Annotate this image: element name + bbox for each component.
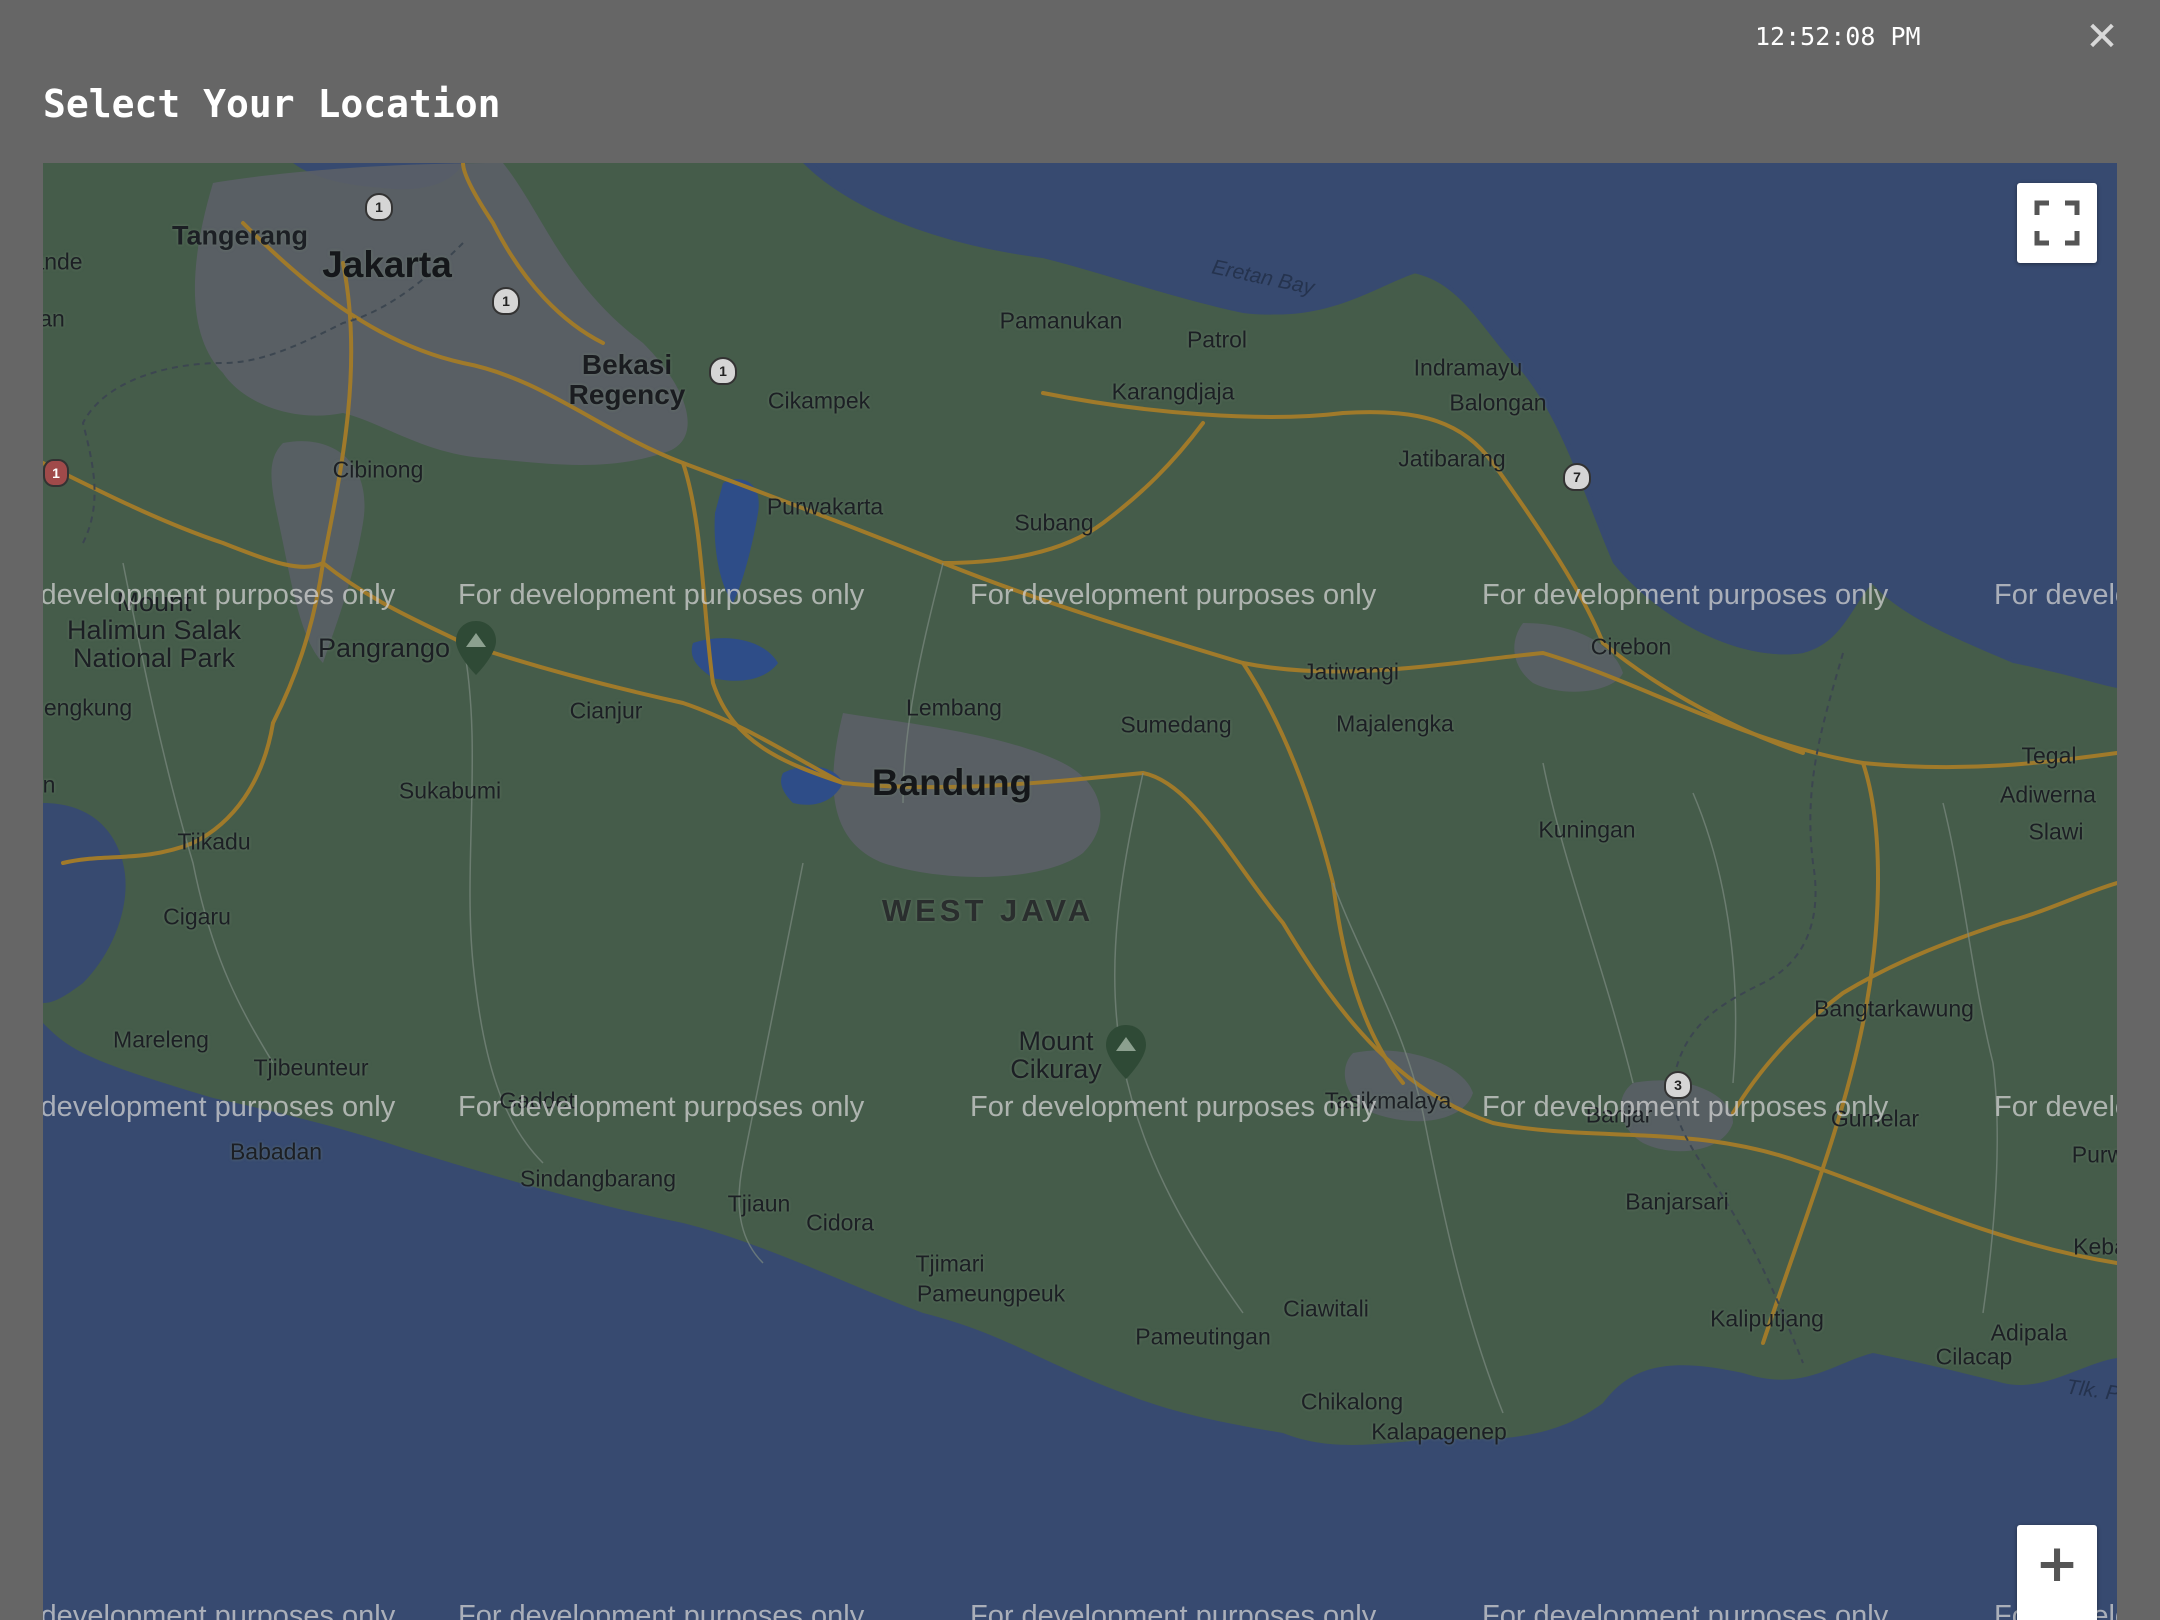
clock: 12:52:08 PM: [1755, 22, 1921, 51]
watermark: For development purposes only: [458, 1091, 865, 1123]
route-shield: 1: [709, 357, 737, 385]
map-label-tegal: Tegal: [2021, 742, 2077, 769]
map-label-tjiaun: Tjiaun: [727, 1190, 791, 1217]
watermark: For development purposes only: [1994, 1091, 2117, 1123]
route-shield: 1: [43, 459, 69, 487]
map-label-majalengka: Majalengka: [1336, 710, 1454, 737]
watermark: For development purposes only: [1482, 579, 1889, 611]
map-label-patrol: Patrol: [1186, 326, 1248, 353]
close-icon[interactable]: ✕: [2082, 14, 2122, 60]
map-label-pameungpeuk: Pameungpeuk: [916, 1280, 1066, 1307]
map-label-jatiwangi: Jatiwangi: [1303, 658, 1399, 685]
zoom-in-button[interactable]: +: [2017, 1525, 2097, 1605]
map-label-mount-cikuray: Mount Cikuray: [1010, 1026, 1102, 1084]
zoom-control: +: [2017, 1525, 2097, 1620]
map-label-purw: Purw: [2071, 1141, 2117, 1168]
map-label-cigaru: Cigaru: [163, 903, 231, 930]
watermark: For development purposes only: [970, 579, 1377, 611]
watermark: For development purposes only: [1994, 579, 2117, 611]
map-label-west-java: WEST JAVA: [881, 893, 1095, 928]
map-label-banjarsari: Banjarsari: [1625, 1188, 1729, 1215]
map-label-pamanukan: Pamanukan: [999, 307, 1123, 334]
map-label-ciawitali: Ciawitali: [1283, 1295, 1369, 1322]
map-label-cikampek: Cikampek: [767, 387, 871, 414]
modal-header: 12:52:08 PM ✕: [0, 0, 2160, 80]
map-label-engkung: engkung: [43, 694, 133, 721]
map-label-bekasi: Bekasi Regency: [568, 349, 686, 410]
map-label-adipala: Adipala: [1990, 1319, 2068, 1346]
map-label-pameutingan: Pameutingan: [1135, 1323, 1271, 1350]
map-label-tangerang: Tangerang: [171, 220, 309, 251]
map-label-sukabumi: Sukabumi: [398, 777, 502, 804]
map-label-cianjur: Cianjur: [569, 697, 643, 724]
map-label-purwakarta: Purwakarta: [766, 493, 884, 520]
route-shield: 1: [365, 193, 393, 221]
watermark: For development purposes only: [43, 1091, 396, 1123]
map-label-pangrango: Pangrango: [317, 633, 451, 663]
map-label-n: n: [43, 771, 56, 798]
route-shield: 1: [492, 287, 520, 315]
map-label-ande: ande: [43, 248, 83, 275]
watermark: For development purposes only: [43, 579, 396, 611]
map-label-kalapagenep: Kalapagenep: [1371, 1418, 1507, 1445]
map-label-adiwerna: Adiwerna: [2000, 781, 2096, 808]
mountain-pin-icon[interactable]: [454, 619, 498, 677]
map-label-bandung: Bandung: [871, 762, 1033, 803]
watermark: For development purposes only: [458, 1600, 865, 1620]
watermark: For development purposes only: [970, 1091, 1377, 1123]
map-label-tiikadu: Tiikadu: [177, 828, 251, 855]
map-label-cidora: Cidora: [806, 1209, 874, 1236]
map-label-tjibeunteur: Tjibeunteur: [253, 1054, 369, 1081]
map-label-chikalong: Chikalong: [1300, 1388, 1404, 1415]
map-label-keba: Keba: [2073, 1233, 2117, 1260]
map-label-babadan: Babadan: [229, 1138, 323, 1165]
map-label-jakarta: Jakarta: [322, 244, 452, 285]
fullscreen-button[interactable]: [2017, 183, 2097, 263]
watermark: For development purposes only: [458, 579, 865, 611]
fullscreen-icon: [2034, 200, 2080, 246]
map-label-slawi: Slawi: [2028, 818, 2084, 845]
map-label-cibinong: Cibinong: [332, 456, 424, 483]
mountain-pin-icon[interactable]: [1104, 1023, 1148, 1081]
map-label-cilacap: Cilacap: [1935, 1343, 2013, 1370]
watermark: For development purposes only: [1482, 1600, 1889, 1620]
watermark: For development purposes only: [970, 1600, 1377, 1620]
map-label-an: an: [43, 305, 65, 332]
map-label-karangdjaja: Karangdjaja: [1111, 378, 1235, 405]
map-label-kaliputjang: Kaliputjang: [1710, 1305, 1824, 1332]
page-title: Select Your Location: [43, 82, 501, 126]
location-map[interactable]: 1 1 1 7 3 1 Jakarta Tangerang Bekasi Reg…: [43, 163, 2117, 1620]
map-label-lembang: Lembang: [906, 694, 1002, 721]
map-label-jatibarang: Jatibarang: [1398, 445, 1506, 472]
map-label-kuningan: Kuningan: [1538, 816, 1636, 843]
route-shield: 7: [1563, 463, 1591, 491]
map-label-cirebon: Cirebon: [1590, 633, 1672, 660]
map-label-mareleng: Mareleng: [113, 1026, 209, 1053]
map-canvas: [43, 163, 2117, 1445]
map-label-tjimari: Tjimari: [915, 1250, 985, 1277]
map-label-sumedang: Sumedang: [1120, 711, 1232, 738]
map-label-bangtarkawung: Bangtarkawung: [1814, 995, 1974, 1022]
map-label-sindangbarang: Sindangbarang: [519, 1165, 677, 1192]
map-label-balongan: Balongan: [1449, 389, 1547, 416]
map-label-indramayu: Indramayu: [1413, 354, 1523, 381]
watermark: For development purposes only: [1482, 1091, 1889, 1123]
map-label-subang: Subang: [1014, 509, 1094, 536]
watermark: For development purposes only: [43, 1600, 396, 1620]
